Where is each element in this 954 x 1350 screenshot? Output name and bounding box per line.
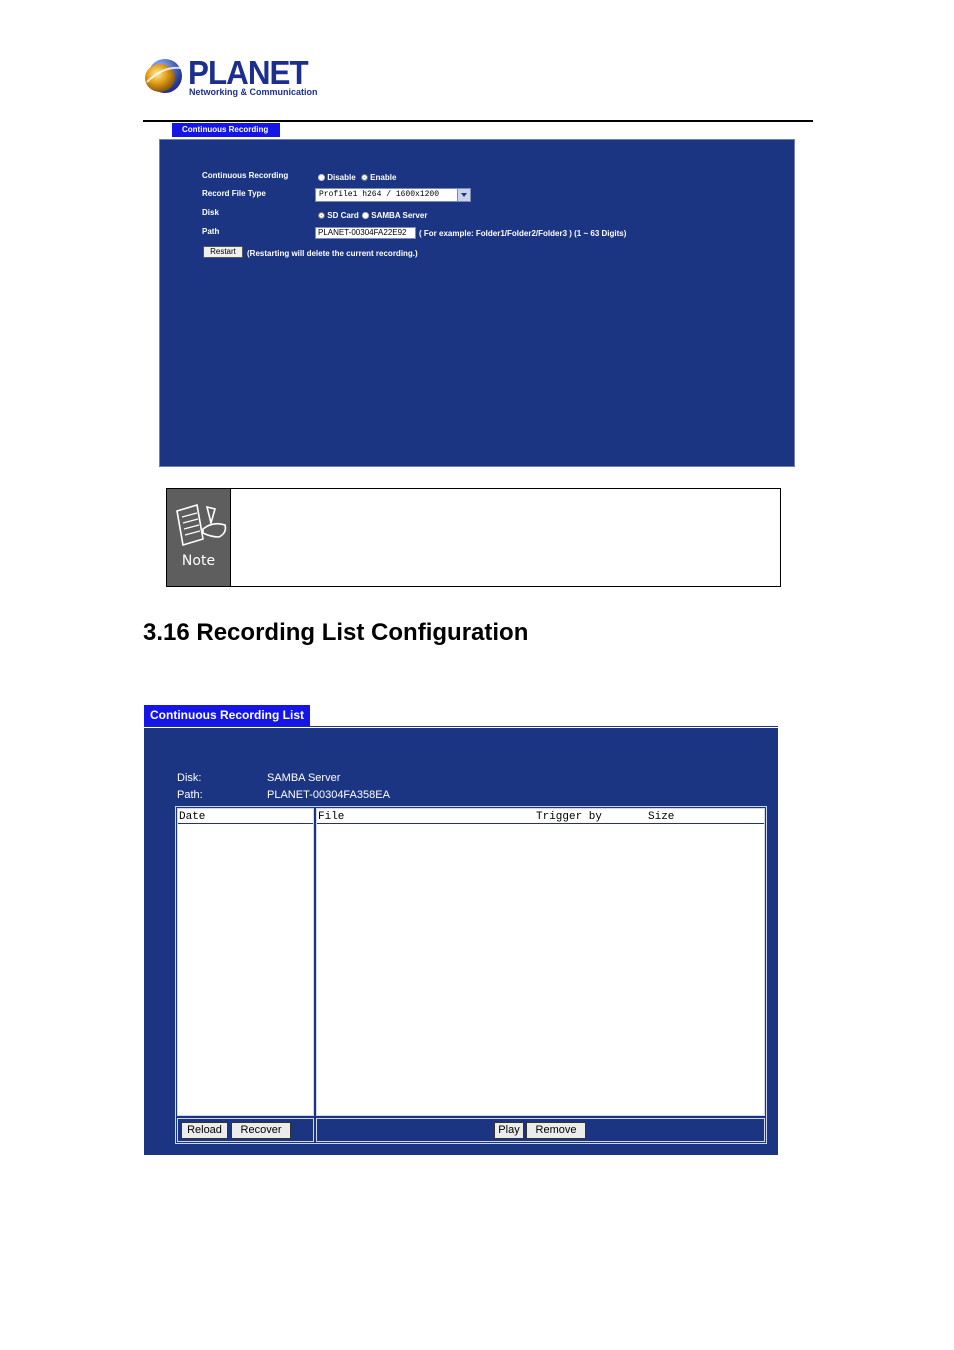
date-header-divider: [178, 823, 313, 824]
note-divider: [230, 489, 231, 586]
note-icon-label: Note: [181, 553, 216, 569]
record-file-type-label: Record File Type: [202, 189, 266, 198]
tab-continuous-recording-list[interactable]: Continuous Recording List: [144, 705, 310, 726]
disk-radio-group: SD Card SAMBA Server: [318, 211, 427, 221]
samba-server-radio[interactable]: [362, 212, 370, 220]
recover-button[interactable]: Recover: [231, 1122, 291, 1139]
path-label: Path: [202, 227, 220, 236]
reload-button[interactable]: Reload: [181, 1122, 228, 1139]
continuous-recording-label: Continuous Recording: [202, 171, 289, 180]
remove-button[interactable]: Remove: [526, 1122, 586, 1139]
brand-tagline: Networking & Communication: [189, 87, 318, 97]
note-icon: [167, 489, 230, 586]
restart-button[interactable]: Restart: [203, 246, 243, 258]
mode-radio-group: Disable Enable: [318, 173, 396, 183]
enable-radio-label: Enable: [370, 173, 397, 182]
disable-radio-label: Disable: [327, 173, 356, 182]
list-path-label: Path:: [177, 789, 203, 801]
header-divider: [143, 120, 813, 122]
sd-card-radio[interactable]: [318, 212, 325, 220]
file-header-divider: [317, 823, 764, 824]
brand-name: PLANET: [188, 54, 309, 91]
column-header-file: File: [318, 811, 345, 823]
play-button[interactable]: Play: [494, 1122, 524, 1139]
path-hint: ( For example: Folder1/Folder2/Folder3 )…: [419, 229, 627, 238]
disable-radio[interactable]: [318, 174, 325, 182]
section-title: 3.16 Recording List Configuration: [143, 619, 529, 646]
date-list[interactable]: [177, 808, 314, 1116]
record-file-type-value: Profile1 h264 / 1600x1200: [319, 190, 440, 199]
tab-underline: [144, 726, 778, 727]
record-file-type-select[interactable]: Profile1 h264 / 1600x1200: [315, 188, 471, 202]
tab-continuous-recording[interactable]: Continuous Recording: [172, 123, 280, 137]
restart-note: (Restarting will delete the current reco…: [247, 249, 418, 258]
column-header-trigger-by: Trigger by: [536, 811, 603, 823]
column-header-size: Size: [648, 811, 675, 823]
disk-label: Disk: [202, 208, 219, 217]
note-box: [166, 488, 781, 587]
file-list[interactable]: [316, 808, 765, 1116]
column-header-date: Date: [179, 811, 206, 823]
list-disk-label: Disk:: [177, 772, 202, 784]
samba-server-radio-label: SAMBA Server: [371, 211, 428, 220]
list-path-value: PLANET-00304FA358EA: [267, 789, 390, 801]
sd-card-radio-label: SD Card: [327, 211, 359, 220]
planet-logo-globe-icon: [143, 56, 183, 96]
enable-radio[interactable]: [360, 174, 368, 182]
chevron-down-icon[interactable]: [457, 189, 470, 201]
path-input[interactable]: PLANET-00304FA22E92: [315, 227, 416, 239]
list-disk-value: SAMBA Server: [267, 772, 341, 784]
